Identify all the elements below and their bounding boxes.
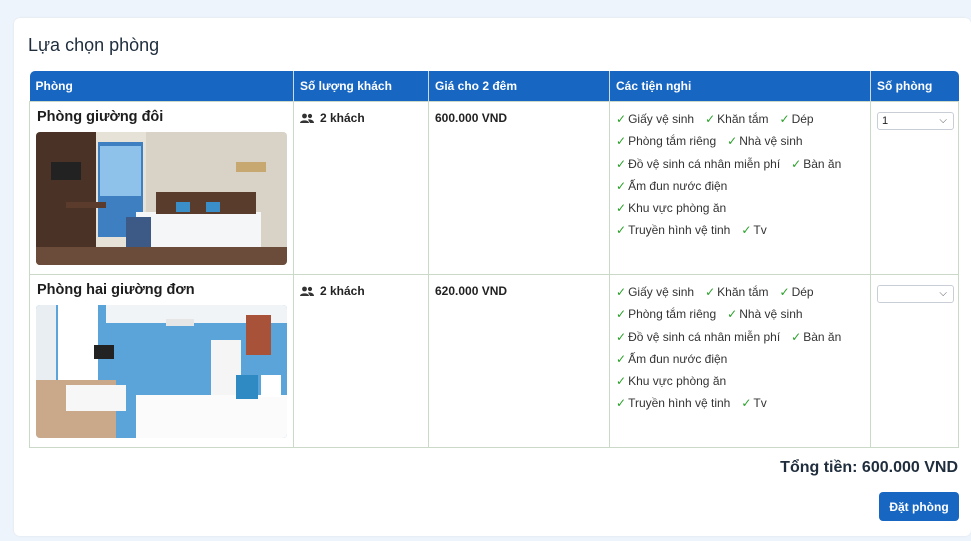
- check-icon: ✓: [616, 223, 627, 238]
- guest-count: 2 khách: [320, 111, 365, 125]
- room-photo-twin[interactable]: [36, 305, 287, 438]
- header-room-count: Số phòng: [870, 71, 959, 102]
- amenity-line: ✓ Giấy vệ sinh ✓ Khăn tắm ✓ Dép: [616, 108, 864, 130]
- check-icon: ✓: [779, 285, 790, 299]
- room-name: Phòng giường đôi: [37, 109, 164, 125]
- room-count-select[interactable]: 1 ⌵: [877, 112, 954, 130]
- room-photo-double[interactable]: [36, 132, 287, 265]
- amenity-line: ✓ Khu vực phòng ăn: [616, 370, 864, 392]
- check-icon: ✓: [616, 285, 627, 299]
- guests-cell: 2 khách: [293, 274, 429, 448]
- check-icon: ✓: [616, 374, 627, 389]
- room-count-cell: 1 ⌵: [870, 101, 959, 275]
- check-icon: ✓: [616, 178, 627, 193]
- amenity-item: ✓ Khăn tắm: [705, 112, 769, 126]
- check-icon: ✓: [791, 156, 802, 171]
- total-price: Tổng tiền: 600.000 VND: [780, 459, 958, 476]
- header-room: Phòng: [29, 71, 294, 102]
- amenity-item: ✓ Truyền hình vệ tinh: [616, 396, 731, 411]
- chevron-down-icon: ⌵: [939, 115, 947, 126]
- room-count-select[interactable]: ⌵: [877, 285, 954, 303]
- amenity-item: ✓ Dép: [779, 285, 814, 299]
- guest-count: 2 khách: [320, 284, 365, 298]
- check-icon: ✓: [616, 201, 627, 216]
- amenity-line: ✓ Đồ vệ sinh cá nhân miễn phí ✓ Bàn ăn: [616, 326, 864, 348]
- header-amenities: Các tiện nghi: [609, 71, 871, 102]
- guests-cell: 2 khách: [293, 101, 429, 275]
- amenity-line: ✓ Ấm đun nước điện: [616, 348, 864, 370]
- chevron-down-icon: ⌵: [939, 288, 947, 299]
- table-header-row: Phòng Số lượng khách Giá cho 2 đêm Các t…: [29, 71, 959, 102]
- check-icon: ✓: [616, 307, 627, 322]
- amenity-item: ✓ Khăn tắm: [705, 285, 769, 299]
- amenity-item: ✓ Giấy vệ sinh: [616, 112, 695, 126]
- room-price: 600.000 VND: [435, 111, 508, 125]
- amenity-item: ✓ Khu vực phòng ăn: [616, 201, 727, 216]
- check-icon: ✓: [616, 396, 627, 411]
- amenity-item: ✓ Truyền hình vệ tinh: [616, 223, 731, 238]
- check-icon: ✓: [616, 329, 627, 344]
- amenity-line: ✓ Truyền hình vệ tinh ✓ Tv: [616, 219, 864, 241]
- rooms-table: Phòng Số lượng khách Giá cho 2 đêm Các t…: [29, 71, 959, 448]
- book-button[interactable]: Đặt phòng: [879, 492, 959, 521]
- amenity-line: ✓ Giấy vệ sinh ✓ Khăn tắm ✓ Dép: [616, 281, 864, 303]
- check-icon: ✓: [705, 112, 716, 126]
- price-cell: 600.000 VND: [428, 101, 610, 275]
- check-icon: ✓: [741, 223, 752, 238]
- amenity-item: ✓ Giấy vệ sinh: [616, 285, 695, 299]
- header-price: Giá cho 2 đêm: [428, 71, 610, 102]
- amenity-item: ✓ Khu vực phòng ăn: [616, 374, 727, 389]
- amenity-line: ✓ Khu vực phòng ăn: [616, 197, 864, 219]
- amenity-item: ✓ Ấm đun nước điện: [616, 178, 728, 193]
- amenity-item: ✓ Nhà vệ sinh: [727, 134, 803, 149]
- room-count-cell: ⌵: [870, 274, 959, 448]
- amenity-item: ✓ Tv: [741, 223, 767, 238]
- amenity-item: ✓ Phòng tắm riêng: [616, 307, 717, 322]
- amenity-item: ✓ Dép: [779, 112, 814, 126]
- room-name: Phòng hai giường đơn: [37, 282, 195, 298]
- check-icon: ✓: [616, 156, 627, 171]
- table-row: Phòng hai giường đơn 2 khách 620.000 VND…: [29, 274, 959, 448]
- amenity-line: ✓ Truyền hình vệ tinh ✓ Tv: [616, 392, 864, 414]
- amenities-cell: ✓ Giấy vệ sinh ✓ Khăn tắm ✓ Dép ✓ Phòng tắm ri…: [609, 274, 871, 448]
- price-cell: 620.000 VND: [428, 274, 610, 448]
- check-icon: ✓: [727, 134, 738, 149]
- amenity-line: ✓ Ấm đun nước điện: [616, 175, 864, 197]
- amenity-item: ✓ Bàn ăn: [791, 156, 842, 171]
- room-count-value: 1: [882, 115, 889, 127]
- amenity-line: ✓ Phòng tắm riêng ✓ Nhà vệ sinh: [616, 303, 864, 325]
- amenity-item: ✓ Nhà vệ sinh: [727, 307, 803, 322]
- check-icon: ✓: [791, 329, 802, 344]
- check-icon: ✓: [616, 112, 627, 126]
- room-price: 620.000 VND: [435, 284, 508, 298]
- amenity-item: ✓ Đồ vệ sinh cá nhân miễn phí: [616, 156, 781, 171]
- check-icon: ✓: [705, 285, 716, 299]
- amenity-line: ✓ Đồ vệ sinh cá nhân miễn phí ✓ Bàn ăn: [616, 153, 864, 175]
- section-title: Lựa chọn phòng: [28, 35, 160, 55]
- check-icon: ✓: [779, 112, 790, 126]
- amenity-item: ✓ Đồ vệ sinh cá nhân miễn phí: [616, 329, 781, 344]
- check-icon: ✓: [741, 396, 752, 411]
- amenity-item: ✓ Bàn ăn: [791, 329, 842, 344]
- room-cell: Phòng giường đôi: [29, 101, 294, 275]
- header-guests: Số lượng khách: [293, 71, 429, 102]
- room-cell: Phòng hai giường đơn: [29, 274, 294, 448]
- check-icon: ✓: [616, 134, 627, 149]
- amenity-item: ✓ Tv: [741, 396, 767, 411]
- users-icon: [300, 113, 314, 123]
- amenity-item: ✓ Phòng tắm riêng: [616, 134, 717, 149]
- users-icon: [300, 286, 314, 296]
- table-row: Phòng giường đôi 2 khách 600.000 VND ✓ G…: [29, 101, 959, 275]
- amenity-line: ✓ Phòng tắm riêng ✓ Nhà vệ sinh: [616, 130, 864, 152]
- check-icon: ✓: [727, 307, 738, 322]
- amenity-item: ✓ Ấm đun nước điện: [616, 351, 728, 366]
- check-icon: ✓: [616, 351, 627, 366]
- room-selection-card: Lựa chọn phòng Phòng Số lượng khách Giá …: [14, 18, 971, 536]
- amenities-cell: ✓ Giấy vệ sinh ✓ Khăn tắm ✓ Dép ✓ Phòng tắm ri…: [609, 101, 871, 275]
